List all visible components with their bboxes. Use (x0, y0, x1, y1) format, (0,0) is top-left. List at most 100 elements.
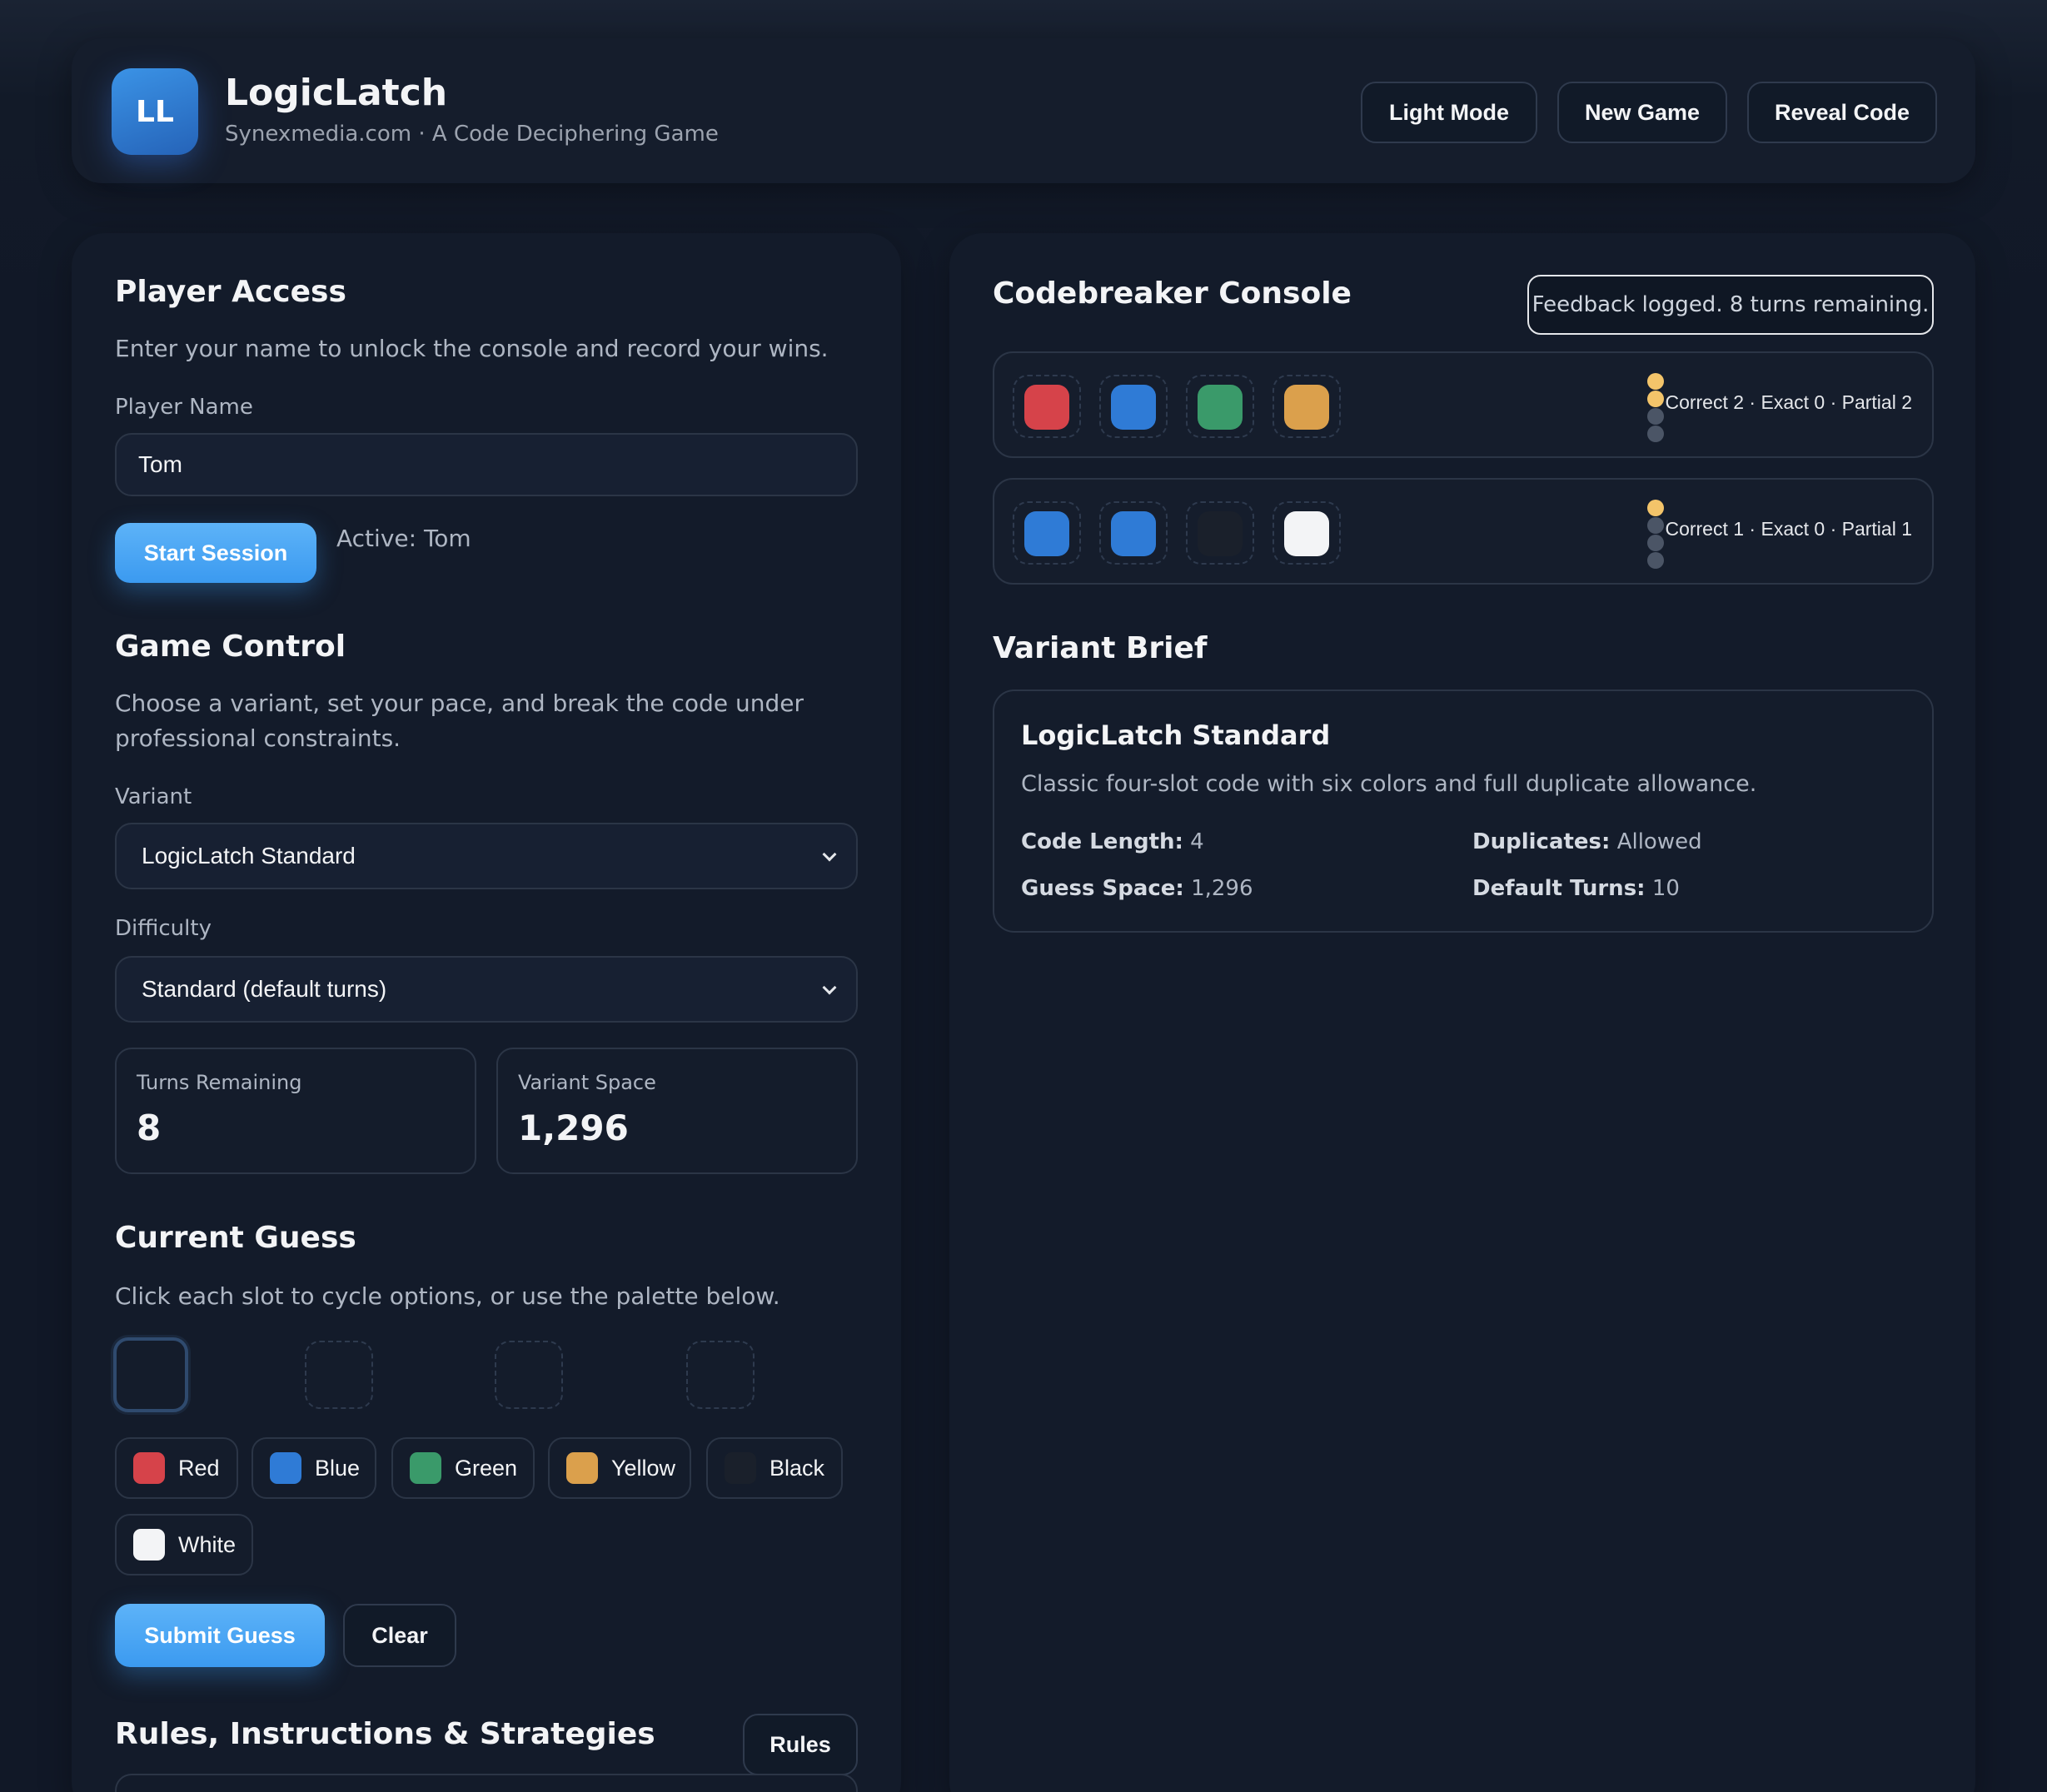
history-peg (1111, 385, 1156, 430)
chevron-down-icon (822, 980, 837, 995)
difficulty-label: Difficulty (115, 916, 212, 941)
feedback-peg (1647, 552, 1664, 569)
color-swatch (133, 1529, 165, 1561)
history-slot (1013, 375, 1081, 438)
history-peg (1284, 511, 1329, 556)
variant-brief-title: LogicLatch Standard (1021, 719, 1331, 751)
variant-select[interactable]: LogicLatch Standard (115, 823, 858, 889)
guess-space-value: 1,296 (1191, 876, 1253, 901)
variant-brief-heading: Variant Brief (993, 631, 1208, 665)
variant-space-card: Variant Space 1,296 (496, 1048, 858, 1174)
guess-space-info: Guess Space: 1,296 (1021, 876, 1253, 901)
feedback-peg (1647, 391, 1664, 407)
feedback-peg (1647, 500, 1664, 516)
right-panel (949, 233, 1975, 1792)
current-guess-description: Click each slot to cycle options, or use… (115, 1282, 780, 1310)
app-header: LL LogicLatch Synexmedia.com · A Code De… (72, 38, 1975, 183)
palette-chip-label: Red (178, 1455, 220, 1481)
guess-slot-2[interactable] (305, 1341, 373, 1409)
history-peg (1198, 385, 1243, 430)
history-peg (1198, 511, 1243, 556)
color-swatch (133, 1452, 165, 1484)
rules-content-card (115, 1774, 858, 1792)
history-slot (1186, 501, 1254, 565)
guess-slot-3[interactable] (495, 1341, 563, 1409)
player-name-input[interactable]: Tom (115, 433, 858, 496)
app-subtitle: Synexmedia.com · A Code Deciphering Game (225, 122, 719, 147)
reveal-code-button[interactable]: Reveal Code (1747, 82, 1937, 143)
guess-row-2: Correct 1 · Exact 0 · Partial 1 (993, 478, 1934, 585)
guess-space-label: Guess Space: (1021, 876, 1184, 901)
feedback-pegs (1647, 373, 1664, 442)
player-access-heading: Player Access (115, 275, 346, 309)
console-heading: Codebreaker Console (993, 276, 1352, 311)
app-root: LL LogicLatch Synexmedia.com · A Code De… (0, 0, 2047, 1792)
code-length-label: Code Length: (1021, 829, 1183, 854)
rules-button[interactable]: Rules (743, 1714, 858, 1775)
turns-remaining-card: Turns Remaining 8 (115, 1048, 476, 1174)
color-swatch (270, 1452, 301, 1484)
feedback-pegs (1647, 500, 1664, 569)
palette-chip-green[interactable]: Green (391, 1437, 535, 1499)
palette-chip-label: White (178, 1531, 237, 1557)
variant-brief-description: Classic four-slot code with six colors a… (1021, 771, 1757, 797)
palette-chip-black[interactable]: Black (706, 1437, 843, 1499)
feedback-peg (1647, 408, 1664, 425)
history-peg (1024, 385, 1069, 430)
start-session-button[interactable]: Start Session (115, 523, 316, 583)
duplicates-info: Duplicates: Allowed (1472, 829, 1702, 854)
palette-chip-white[interactable]: White (115, 1514, 253, 1575)
feedback-peg (1647, 535, 1664, 551)
guess-row-1: Correct 2 · Exact 0 · Partial 2 (993, 351, 1934, 458)
color-swatch (566, 1452, 598, 1484)
new-game-button[interactable]: New Game (1557, 82, 1727, 143)
game-control-description-line1: Choose a variant, set your pace, and bre… (115, 689, 804, 717)
color-swatch (725, 1452, 756, 1484)
history-slot (1273, 501, 1341, 565)
history-slot (1013, 501, 1081, 565)
guess-slot-4[interactable] (686, 1341, 755, 1409)
chevron-down-icon (822, 847, 837, 862)
history-peg (1111, 511, 1156, 556)
duplicates-value: Allowed (1616, 829, 1702, 854)
variant-space-value: 1,296 (518, 1108, 629, 1148)
variant-brief-card: LogicLatch Standard Classic four-slot co… (993, 689, 1934, 933)
guess-slot-1[interactable] (113, 1337, 188, 1412)
player-name-label: Player Name (115, 395, 253, 420)
turns-remaining-value: 8 (137, 1108, 162, 1148)
light-mode-button[interactable]: Light Mode (1361, 82, 1537, 143)
app-title: LogicLatch (225, 72, 448, 114)
palette-chip-label: Blue (315, 1455, 361, 1481)
palette-chip-label: Black (769, 1455, 825, 1481)
rules-heading: Rules, Instructions & Strategies (115, 1717, 655, 1751)
history-slot (1186, 375, 1254, 438)
console-status-badge: Feedback logged. 8 turns remaining. (1527, 275, 1934, 335)
feedback-text: Correct 2 · Exact 0 · Partial 2 (1665, 391, 1912, 413)
code-length-info: Code Length: 4 (1021, 829, 1204, 854)
palette-chip-label: Yellow (611, 1455, 676, 1481)
code-length-value: 4 (1190, 829, 1204, 854)
logo-icon: LL (112, 68, 198, 155)
feedback-peg (1647, 426, 1664, 442)
history-slot (1099, 501, 1168, 565)
palette-chip-red[interactable]: Red (115, 1437, 238, 1499)
feedback-text: Correct 1 · Exact 0 · Partial 1 (1665, 518, 1912, 540)
clear-button[interactable]: Clear (343, 1604, 456, 1667)
history-slot (1273, 375, 1341, 438)
turns-remaining-label: Turns Remaining (137, 1071, 302, 1094)
active-player-status: Active: Tom (336, 525, 471, 552)
game-control-heading: Game Control (115, 630, 346, 664)
variant-space-label: Variant Space (518, 1071, 656, 1094)
history-peg (1024, 511, 1069, 556)
submit-guess-button[interactable]: Submit Guess (115, 1604, 325, 1667)
difficulty-select-value: Standard (default turns) (142, 976, 387, 1002)
palette-chip-label: Green (455, 1455, 518, 1481)
palette-chip-yellow[interactable]: Yellow (548, 1437, 691, 1499)
feedback-peg (1647, 517, 1664, 534)
palette-chip-blue[interactable]: Blue (252, 1437, 376, 1499)
difficulty-select[interactable]: Standard (default turns) (115, 956, 858, 1023)
feedback-peg (1647, 373, 1664, 390)
default-turns-info: Default Turns: 10 (1472, 876, 1680, 901)
history-slot (1099, 375, 1168, 438)
variant-select-value: LogicLatch Standard (142, 843, 356, 869)
